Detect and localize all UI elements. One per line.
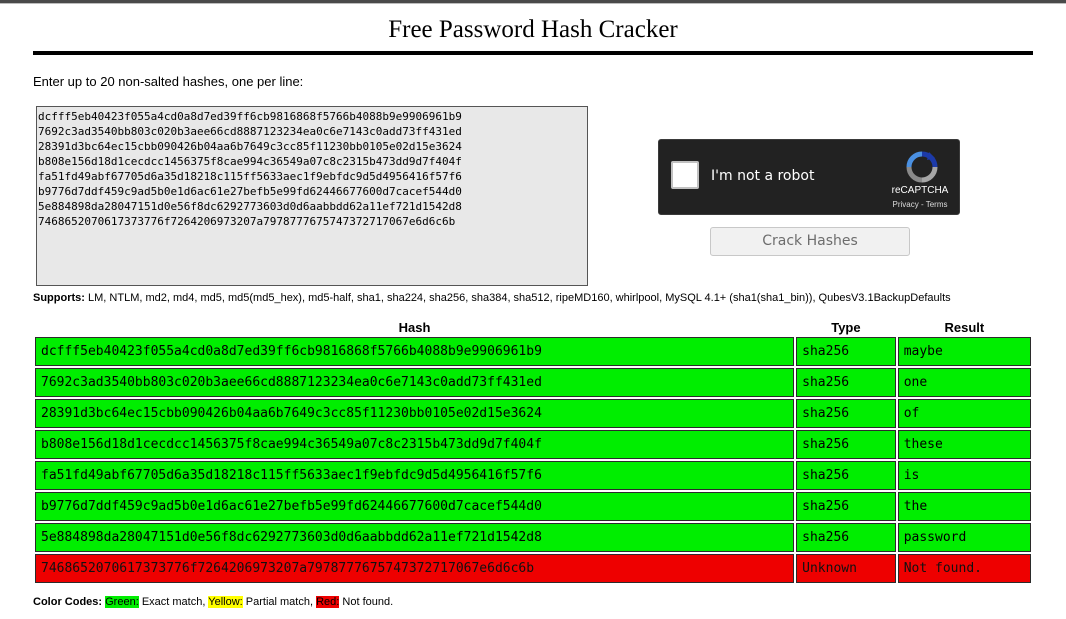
result-hash-cell: b9776d7ddf459c9ad5b0e1d6ac61e27befb5e99f… bbox=[35, 492, 795, 521]
result-type-cell: sha256 bbox=[796, 399, 896, 428]
recaptcha-logo-icon bbox=[906, 151, 938, 183]
legend-green-desc: Exact match, bbox=[141, 596, 206, 608]
result-value-cell: password bbox=[897, 523, 1031, 552]
result-hash-cell: 7468652070617373776f7264206973207a797877… bbox=[35, 554, 795, 583]
supports-label: Supports: bbox=[33, 292, 85, 304]
result-type-cell: sha256 bbox=[796, 523, 896, 552]
result-row: b9776d7ddf459c9ad5b0e1d6ac61e27befb5e99f… bbox=[35, 492, 1031, 521]
recaptcha-label: I'm not a robot bbox=[711, 168, 815, 184]
recaptcha-brand: reCAPTCHA bbox=[891, 185, 949, 196]
results-body: dcfff5eb40423f055a4cd0a8d7ed39ff6cb98168… bbox=[35, 337, 1031, 583]
result-row: dcfff5eb40423f055a4cd0a8d7ed39ff6cb98168… bbox=[35, 337, 1031, 366]
result-type-cell: sha256 bbox=[796, 368, 896, 397]
result-type-cell: sha256 bbox=[796, 337, 896, 366]
result-hash-cell: b808e156d18d1cecdcc1456375f8cae994c36549… bbox=[35, 430, 795, 459]
legend-red-desc: Not found. bbox=[342, 596, 394, 608]
result-hash-cell: fa51fd49abf67705d6a35d18218c115ff5633aec… bbox=[35, 461, 795, 490]
color-codes-label: Color Codes: bbox=[33, 596, 103, 608]
result-value-cell: one bbox=[897, 368, 1031, 397]
page-title: Free Password Hash Cracker bbox=[388, 16, 678, 43]
result-type-cell: sha256 bbox=[796, 461, 896, 490]
result-value-cell: maybe bbox=[897, 337, 1031, 366]
top-border-shadow bbox=[0, 3, 1066, 4]
header-hash: Hash bbox=[398, 320, 431, 335]
result-row: 7692c3ad3540bb803c020b3aee66cd8887123234… bbox=[35, 368, 1031, 397]
result-value-cell: these bbox=[897, 430, 1031, 459]
header-result: Result bbox=[944, 320, 985, 335]
result-row: 28391d3bc64ec15cbb090426b04aa6b7649c3cc8… bbox=[35, 399, 1031, 428]
recaptcha-widget: I'm not a robot reCAPTCHA Privacy - Term… bbox=[658, 139, 960, 215]
result-hash-cell: dcfff5eb40423f055a4cd0a8d7ed39ff6cb98168… bbox=[35, 337, 795, 366]
legend-yellow: Yellow: bbox=[208, 596, 243, 608]
result-row: fa51fd49abf67705d6a35d18218c115ff5633aec… bbox=[35, 461, 1031, 490]
recaptcha-checkbox[interactable] bbox=[671, 161, 699, 189]
legend-red: Red: bbox=[316, 596, 340, 608]
result-hash-cell: 7692c3ad3540bb803c020b3aee66cd8887123234… bbox=[35, 368, 795, 397]
result-value-cell: the bbox=[897, 492, 1031, 521]
result-row: b808e156d18d1cecdcc1456375f8cae994c36549… bbox=[35, 430, 1031, 459]
result-type-cell: Unknown bbox=[796, 554, 896, 583]
result-hash-cell: 28391d3bc64ec15cbb090426b04aa6b7649c3cc8… bbox=[35, 399, 795, 428]
result-value-cell: is bbox=[897, 461, 1031, 490]
result-row: 5e884898da28047151d0e56f8dc6292773603d0d… bbox=[35, 523, 1031, 552]
supports-list: LM, NTLM, md2, md4, md5, md5(md5_hex), m… bbox=[88, 292, 951, 304]
crack-hashes-button[interactable]: Crack Hashes bbox=[710, 227, 910, 256]
result-type-cell: sha256 bbox=[796, 430, 896, 459]
result-value-cell: of bbox=[897, 399, 1031, 428]
instructions-label: Enter up to 20 non-salted hashes, one pe… bbox=[33, 74, 304, 89]
supports-line: Supports: LM, NTLM, md2, md4, md5, md5(m… bbox=[33, 292, 951, 304]
result-type-cell: sha256 bbox=[796, 492, 896, 521]
header-type: Type bbox=[831, 320, 861, 335]
hashes-input[interactable] bbox=[36, 106, 588, 286]
result-row: 7468652070617373776f7264206973207a797877… bbox=[35, 554, 1031, 583]
result-value-cell: Not found. bbox=[897, 554, 1031, 583]
results-table: Hash Type Result dcfff5eb40423f055a4cd0a… bbox=[33, 318, 1033, 585]
result-hash-cell: 5e884898da28047151d0e56f8dc6292773603d0d… bbox=[35, 523, 795, 552]
legend-yellow-desc: Partial match, bbox=[245, 596, 314, 608]
results-header-row: Hash Type Result bbox=[35, 320, 1031, 335]
recaptcha-links[interactable]: Privacy - Terms bbox=[881, 200, 959, 209]
title-divider bbox=[33, 51, 1033, 55]
color-codes-legend: Color Codes: Green: Exact match, Yellow:… bbox=[33, 596, 393, 608]
legend-green: Green: bbox=[105, 596, 139, 608]
